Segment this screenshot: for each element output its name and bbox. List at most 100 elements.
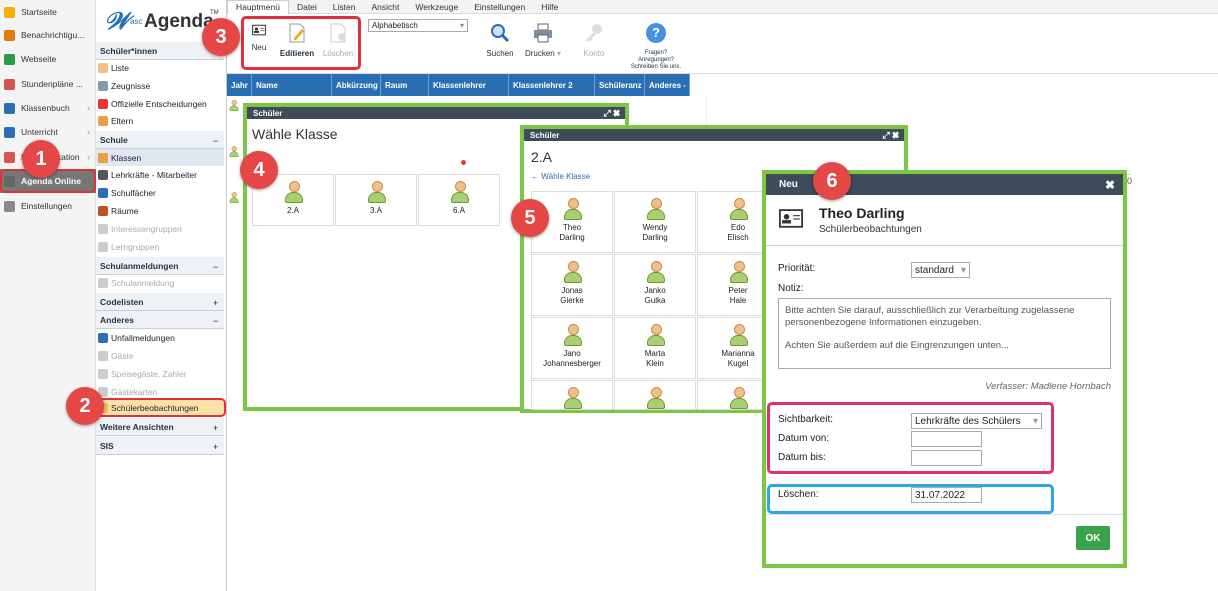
menu-item[interactable]: Einstellungen — [466, 2, 533, 12]
nav-item[interactable]: Lerngruppen — [96, 238, 224, 255]
nav-item[interactable]: Räume — [96, 202, 224, 219]
nav-item-icon — [98, 62, 108, 73]
menu-item[interactable]: Werkzeuge — [407, 2, 466, 12]
author-label: Verfasser: Madlene Hornbach — [985, 381, 1111, 392]
student-avatar-icon — [729, 324, 748, 346]
student-tile[interactable] — [614, 380, 696, 410]
print-button[interactable]: Drucken ▾ — [522, 22, 564, 58]
nav-item[interactable]: Unfallmeldungen — [96, 329, 224, 346]
nav-item[interactable]: Schulfächer — [96, 184, 224, 201]
svg-text:?: ? — [652, 25, 660, 40]
nav-item[interactable]: Eltern — [96, 112, 224, 129]
nav-icon — [4, 126, 15, 138]
expand-icon[interactable]: + — [213, 423, 218, 433]
nav-item[interactable]: Liste — [96, 59, 224, 76]
nav-item-label: Speisegäste, Zahler — [111, 368, 187, 379]
left-nav-item[interactable]: Startseite — [0, 0, 96, 24]
sort-select[interactable]: Alphabetisch ▾ — [368, 19, 468, 32]
grid-column-header[interactable]: Anderes - — [645, 74, 690, 96]
nav-item[interactable]: Interessengruppen — [96, 220, 224, 237]
nav-section-header[interactable]: Anderes — [96, 311, 224, 329]
menu-item[interactable]: Datei — [289, 2, 325, 12]
toolbar: Neu Editieren Löschen Alphabetisch ▾ Suc… — [227, 14, 1218, 74]
grid-header: Jahr Name Abkürzung Raum Klassenlehrer Klasse… — [227, 74, 690, 96]
collapse-icon[interactable]: − — [213, 262, 218, 272]
feedback-button[interactable]: ? Fragen? Anregungen? Schreiben Sie uns. — [627, 22, 685, 71]
menu-item[interactable]: Listen — [325, 2, 364, 12]
student-tile[interactable]: Marta Klein — [614, 317, 696, 379]
nav-item[interactable]: Schulanmeldung — [96, 274, 224, 291]
note-label: Notiz: — [778, 283, 804, 294]
chevron-right-icon: › — [87, 103, 90, 113]
class-tile-label: 3.A — [369, 206, 382, 215]
chevron-down-icon: ▾ — [960, 265, 966, 276]
print-label: Drucken — [524, 49, 555, 58]
priority-select[interactable]: standard ▾ — [911, 262, 970, 278]
left-nav-item[interactable]: Klassenbuch › — [0, 96, 96, 120]
logo-mark: 𝒲 — [104, 8, 130, 35]
collapse-icon[interactable]: − — [213, 316, 218, 326]
nav-item-icon — [98, 205, 108, 216]
ok-button[interactable]: OK — [1076, 526, 1110, 550]
nav-item[interactable]: Lehrkräfte - Mitarbeiter — [96, 166, 224, 183]
left-nav-item[interactable]: Stundenpläne ... — [0, 72, 96, 96]
student-avatar-icon — [646, 387, 665, 409]
step-badge-2: 2 — [66, 387, 104, 425]
nav-section-header[interactable]: SIS — [96, 437, 224, 455]
student-avatar-icon — [563, 324, 582, 346]
nav-item[interactable]: Zeugnisse — [96, 77, 224, 94]
step-badge-5: 5 — [511, 199, 549, 237]
expand-icon[interactable]: + — [213, 298, 218, 308]
grid-column-header[interactable]: Klassenlehrer — [429, 74, 509, 96]
note-textarea[interactable]: Bitte achten Sie darauf, ausschließlich … — [778, 298, 1111, 369]
student-avatar-icon — [729, 198, 748, 220]
student-tile[interactable]: Jano Johannesberger — [531, 317, 613, 379]
window-controls[interactable]: ⤢ ✖ — [882, 130, 899, 141]
account-button[interactable]: Konto — [579, 22, 609, 58]
student-avatar-icon — [284, 181, 303, 203]
student-tile[interactable]: Wendy Darling — [614, 191, 696, 253]
nav-section-header[interactable]: Schule — [96, 131, 224, 149]
grid-column-header[interactable]: Name — [252, 74, 332, 96]
grid-column-header[interactable]: Schüleranz — [595, 74, 645, 96]
menu-item[interactable]: Ansicht — [363, 2, 407, 12]
student-tile[interactable]: Janko Gulka — [614, 254, 696, 316]
grid-column-header[interactable]: Abkürzung — [332, 74, 381, 96]
nav-item[interactable]: Klassen — [96, 149, 224, 166]
nav-icon — [4, 29, 15, 41]
step-badge-1: 1 — [22, 140, 60, 178]
grid-column-header[interactable]: Jahr — [227, 74, 252, 96]
close-icon[interactable]: ✖ — [1105, 178, 1115, 192]
nav-item-icon — [98, 152, 108, 163]
grid-column-header[interactable]: Klassenlehrer 2 — [509, 74, 595, 96]
left-nav-item[interactable]: Einstellungen — [0, 194, 96, 218]
search-button[interactable]: Suchen — [483, 22, 517, 58]
highlight-visibility — [767, 402, 1054, 474]
menu-main[interactable]: Hauptmenü — [227, 0, 289, 14]
left-nav-item[interactable]: Webseite — [0, 47, 96, 71]
left-nav-item[interactable]: Benachrichtigu... — [0, 23, 96, 47]
nav-item[interactable]: Offizielle Entscheidungen — [96, 95, 224, 112]
nav-section-header[interactable]: Schulanmeldungen — [96, 257, 224, 275]
left-nav-label: Unterricht — [21, 127, 58, 137]
window-controls[interactable]: ⤢ ✖ — [603, 108, 620, 119]
nav-section-header[interactable]: Codelisten — [96, 293, 224, 311]
class-tile[interactable]: 3.A — [335, 174, 417, 226]
nav-item-label: Gäste — [111, 350, 134, 361]
class-tile[interactable]: 6.A — [418, 174, 500, 226]
student-tile[interactable] — [531, 380, 613, 410]
class-tile-label: 2.A — [286, 206, 299, 215]
nav-section-header[interactable]: Weitere Ansichten — [96, 418, 224, 436]
expand-icon[interactable]: + — [213, 442, 218, 452]
nav-item[interactable]: Speisegäste, Zahler — [96, 365, 224, 382]
collapse-icon[interactable]: − — [213, 136, 218, 146]
back-link[interactable]: ← Wähle Klasse — [531, 172, 590, 181]
grid-column-header[interactable]: Raum — [381, 74, 429, 96]
nav-item-icon — [98, 277, 108, 288]
nav-item[interactable]: Gäste — [96, 347, 224, 364]
menu-item[interactable]: Hilfe — [533, 2, 566, 12]
nav-item-label: Interessengruppen — [111, 223, 182, 234]
menu-bar: Hauptmenü Datei Listen Ansicht Werkzeuge Eins… — [227, 0, 1218, 14]
student-tile[interactable]: Jonas Gierke — [531, 254, 613, 316]
nav-item-label: Lerngruppen — [111, 241, 160, 252]
